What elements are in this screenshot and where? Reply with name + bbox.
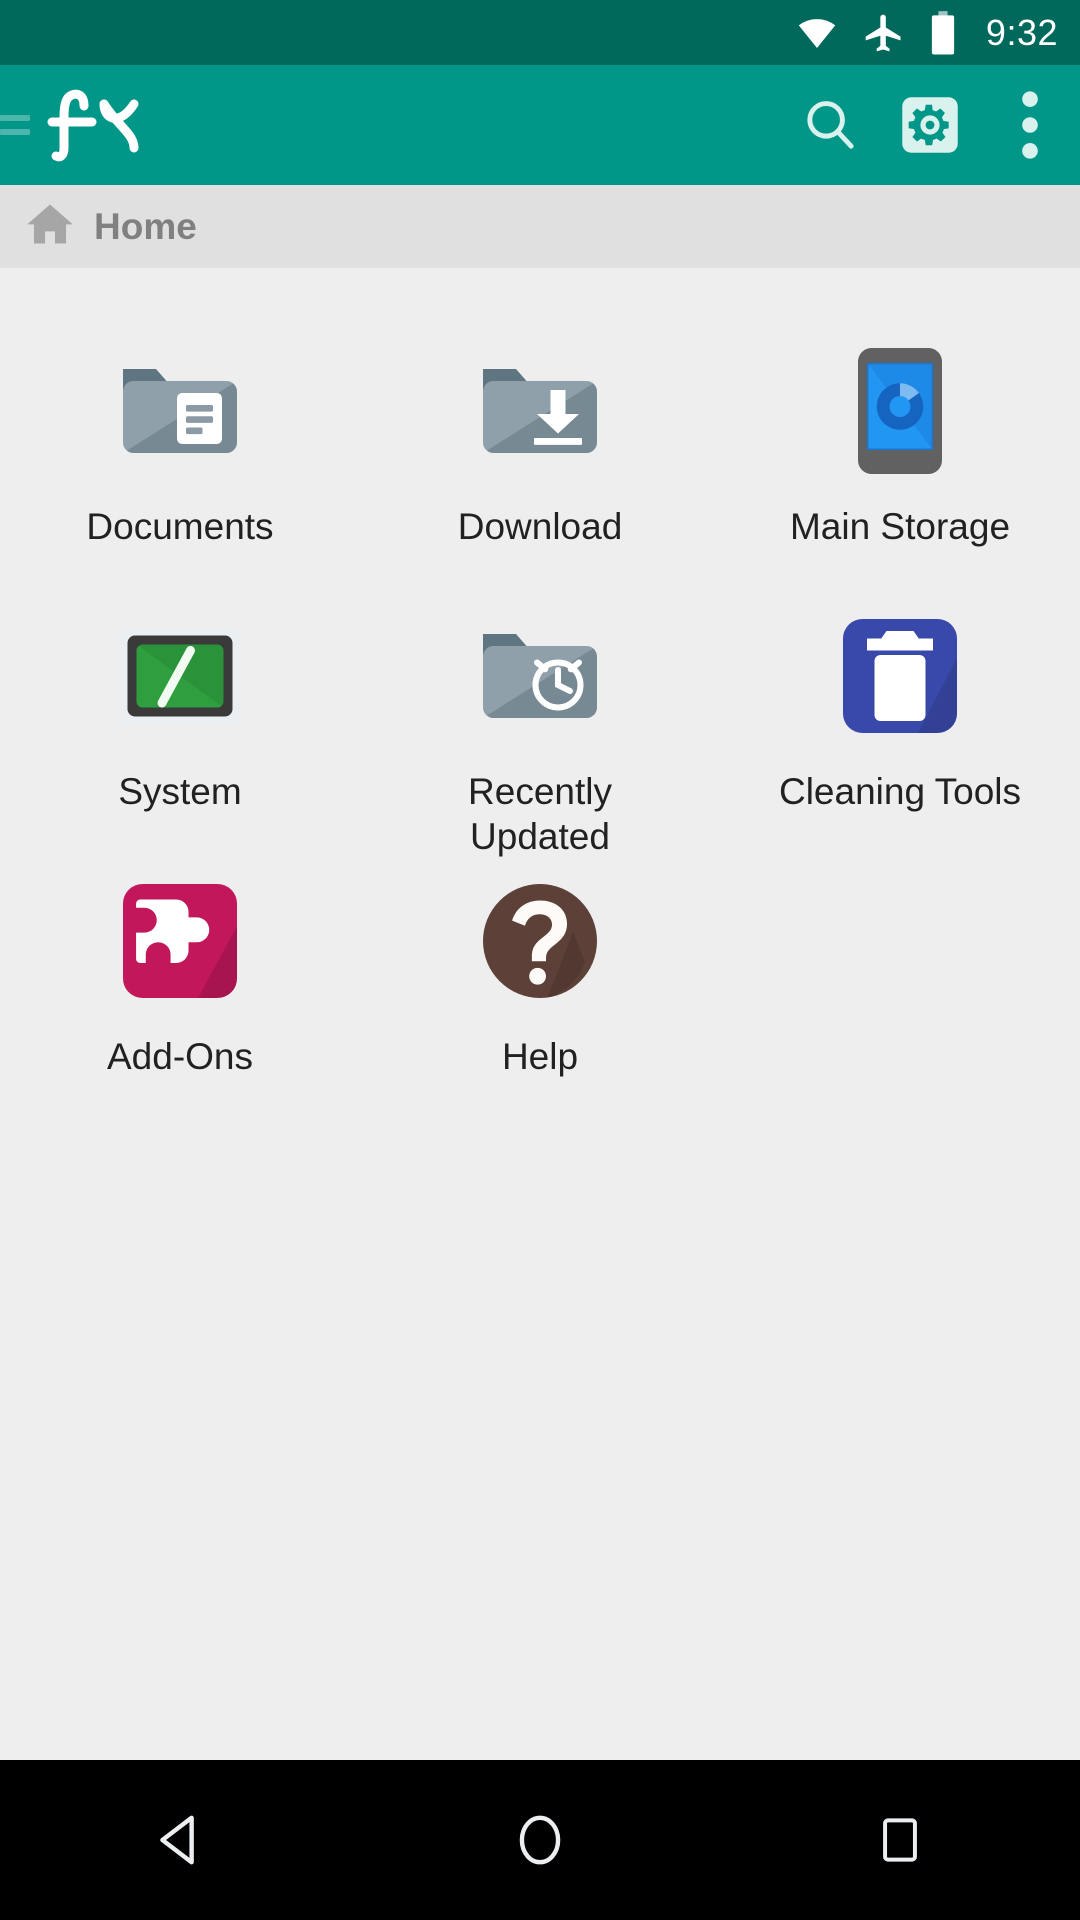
status-bar: 9:32: [0, 0, 1080, 65]
folder-download-icon: [465, 336, 615, 486]
grid-item-add-ons[interactable]: Add-Ons: [0, 842, 360, 1107]
recents-square-icon[interactable]: [810, 1760, 990, 1920]
home-content: Documents Download Main Storage System R…: [0, 268, 1080, 1760]
fx-logo-icon: [46, 86, 156, 164]
overflow-menu-icon[interactable]: [980, 75, 1080, 175]
trash-can-icon: [825, 601, 975, 751]
item-label: Help: [501, 1036, 579, 1077]
item-label: System: [118, 771, 242, 812]
item-label: Download: [457, 506, 623, 547]
back-triangle-icon[interactable]: [90, 1760, 270, 1920]
search-icon[interactable]: [780, 75, 880, 175]
wifi-icon: [794, 14, 840, 52]
item-label: Cleaning Tools: [778, 771, 1022, 812]
grid-item-cleaning-tools[interactable]: Cleaning Tools: [720, 577, 1080, 842]
grid-item-system[interactable]: System: [0, 577, 360, 842]
battery-full-icon: [928, 10, 958, 56]
item-label: Documents: [86, 506, 274, 547]
status-clock: 9:32: [985, 11, 1058, 53]
grid-item-documents[interactable]: Documents: [0, 312, 360, 577]
app-bar: [0, 65, 1080, 185]
device-storage-icon: [825, 336, 975, 486]
grid-item-main-storage[interactable]: Main Storage: [720, 312, 1080, 577]
grid-item-help[interactable]: Help: [360, 842, 720, 1107]
hamburger-peek-icon[interactable]: [0, 115, 30, 135]
question-mark-icon: [465, 866, 615, 1016]
grid-item-download[interactable]: Download: [360, 312, 720, 577]
item-label: Main Storage: [789, 506, 1011, 547]
airplane-mode-icon: [862, 11, 906, 55]
folder-clock-icon: [465, 601, 615, 751]
android-nav-bar: [0, 1760, 1080, 1920]
home-icon: [24, 198, 76, 255]
breadcrumb-label: Home: [94, 205, 197, 247]
puzzle-piece-icon: [105, 866, 255, 1016]
gear-icon[interactable]: [880, 75, 980, 175]
shortcut-grid: Documents Download Main Storage System R…: [0, 312, 1080, 1107]
terminal-root-icon: [105, 601, 255, 751]
item-label: Add-Ons: [106, 1036, 253, 1077]
home-circle-icon[interactable]: [450, 1760, 630, 1920]
grid-item-recently-updated[interactable]: Recently Updated: [360, 577, 720, 857]
folder-documents-icon: [105, 336, 255, 486]
breadcrumb[interactable]: Home: [0, 185, 1080, 268]
